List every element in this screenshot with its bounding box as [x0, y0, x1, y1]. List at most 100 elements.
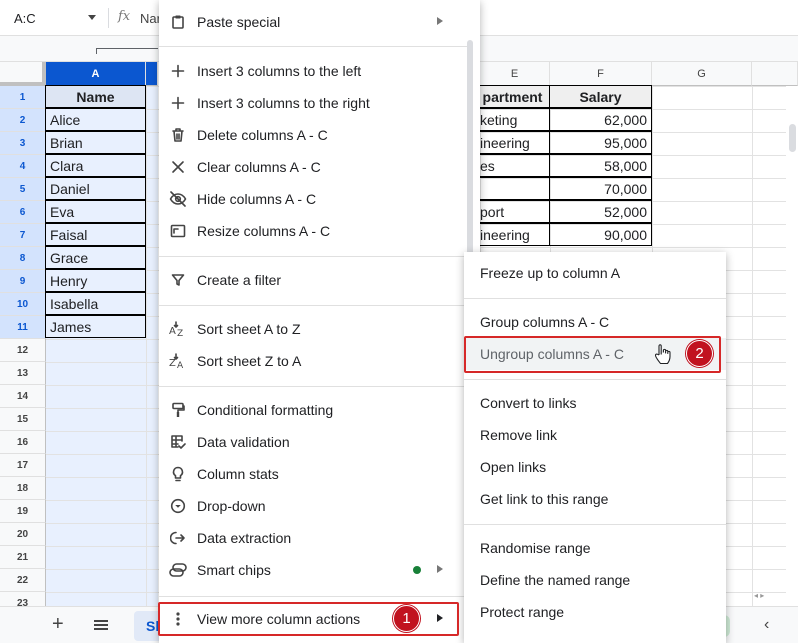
all-sheets-menu-icon[interactable]	[94, 620, 108, 630]
row-header-6[interactable]: 6	[0, 201, 46, 224]
name-cell[interactable]: Henry	[45, 269, 146, 292]
vertical-scrollbar-thumb[interactable]	[789, 124, 796, 152]
add-sheet-button[interactable]: +	[52, 613, 64, 636]
row-header-22[interactable]: 22	[0, 569, 46, 592]
menu-item-label: Insert 3 columns to the right	[197, 95, 370, 111]
column-header-e[interactable]: E	[480, 62, 550, 86]
sheet-tab[interactable]: Sl	[134, 611, 160, 641]
row-header-3[interactable]: 3	[0, 132, 46, 155]
row-header-21[interactable]: 21	[0, 546, 46, 569]
chevron-left-icon[interactable]: ‹	[764, 616, 769, 634]
column-header-g[interactable]: G	[652, 62, 752, 86]
menu-item-label: Sort sheet A to Z	[197, 321, 301, 337]
row-header-17[interactable]: 17	[0, 454, 46, 477]
row-header-23[interactable]: 23	[0, 592, 46, 606]
column-header-a[interactable]: A	[46, 62, 146, 86]
name-cell[interactable]: Grace	[45, 246, 146, 269]
column-header-b[interactable]	[146, 62, 158, 86]
menu-item-drop-down[interactable]: Drop-down	[159, 490, 459, 522]
salary-cell[interactable]: 90,000	[549, 223, 652, 246]
menu-item-delete-columns-a-c[interactable]: Delete columns A - C	[159, 119, 459, 151]
department-header-cell[interactable]: partment	[475, 85, 550, 108]
department-cell[interactable]: es	[475, 154, 550, 177]
row-header-20[interactable]: 20	[0, 523, 46, 546]
department-cell[interactable]: ineering	[475, 131, 550, 154]
submenu-item-convert-to-links[interactable]: Convert to links	[464, 387, 726, 419]
submenu-item-get-link-to-this-range[interactable]: Get link to this range	[464, 483, 726, 515]
row-header-7[interactable]: 7	[0, 224, 46, 247]
menu-item-column-stats[interactable]: Column stats	[159, 458, 459, 490]
menu-item-sort-sheet-a-to-z[interactable]: A Z Sort sheet A to Z	[159, 313, 459, 345]
menu-item-smart-chips[interactable]: Smart chips	[159, 554, 459, 586]
salary-cell[interactable]: 95,000	[549, 131, 652, 154]
row-header-8[interactable]: 8	[0, 247, 46, 270]
chevron-down-icon[interactable]	[88, 15, 96, 20]
salary-cell[interactable]: 52,000	[549, 200, 652, 223]
salary-cell[interactable]: 62,000	[549, 108, 652, 131]
vertical-scrollbar[interactable]	[786, 86, 798, 606]
name-cell[interactable]: Isabella	[45, 292, 146, 315]
row-header-16[interactable]: 16	[0, 431, 46, 454]
select-all-corner[interactable]	[0, 62, 46, 86]
submenu-item-protect-range[interactable]: Protect range	[464, 596, 726, 628]
row-header-11[interactable]: 11	[0, 316, 46, 339]
menu-item-sort-sheet-z-to-a[interactable]: Z A Sort sheet Z to A	[159, 345, 459, 377]
row-header-1[interactable]: 1	[0, 86, 46, 109]
department-cell[interactable]: ineering	[475, 223, 550, 246]
department-cell[interactable]	[475, 177, 550, 200]
submenu-item-group-columns-a-c[interactable]: Group columns A - C	[464, 306, 726, 338]
row-header-18[interactable]: 18	[0, 477, 46, 500]
menu-item-resize-columns-a-c[interactable]: Resize columns A - C	[159, 215, 459, 247]
name-header-cell[interactable]: Name	[45, 85, 146, 108]
submenu-item-freeze-up-to-column-a[interactable]: Freeze up to column A	[464, 257, 726, 289]
column-header-h[interactable]	[752, 62, 798, 86]
name-cell[interactable]: Brian	[45, 131, 146, 154]
submenu-item-define-the-named-range[interactable]: Define the named range	[464, 564, 726, 596]
name-cell[interactable]: Clara	[45, 154, 146, 177]
row-header-15[interactable]: 15	[0, 408, 46, 431]
row-header-5[interactable]: 5	[0, 178, 46, 201]
row-header-2[interactable]: 2	[0, 109, 46, 132]
column-header-f[interactable]: F	[550, 62, 652, 86]
menu-item-paste-special[interactable]: Paste special	[159, 6, 459, 38]
name-cell[interactable]: Faisal	[45, 223, 146, 246]
menu-item-label: Resize columns A - C	[197, 223, 331, 239]
name-cell[interactable]: Alice	[45, 108, 146, 131]
menu-divider	[159, 386, 467, 387]
name-cell[interactable]: Daniel	[45, 177, 146, 200]
submenu-item-remove-link[interactable]: Remove link	[464, 419, 726, 451]
menu-item-insert-3-columns-to-the-left[interactable]: Insert 3 columns to the left	[159, 55, 459, 87]
submenu-item-open-links[interactable]: Open links	[464, 451, 726, 483]
row-header-4[interactable]: 4	[0, 155, 46, 178]
department-cell[interactable]: port	[475, 200, 550, 223]
row-header-10[interactable]: 10	[0, 293, 46, 316]
salary-cell[interactable]: 70,000	[549, 177, 652, 200]
horizontal-scroll-arrows-icon[interactable]: ◂ ▸	[754, 591, 764, 600]
submenu-item-randomise-range[interactable]: Randomise range	[464, 532, 726, 564]
chevron-right-icon	[437, 565, 443, 573]
menu-item-hide-columns-a-c[interactable]: Hide columns A - C	[159, 183, 459, 215]
annotation-badge-2: 2	[686, 340, 713, 367]
salary-cell[interactable]: 58,000	[549, 154, 652, 177]
menu-item-label: Create a filter	[197, 272, 282, 288]
formula-input[interactable]: Nar	[140, 11, 161, 26]
menu-item-data-validation[interactable]: Data validation	[159, 426, 459, 458]
row-header-19[interactable]: 19	[0, 500, 46, 523]
salary-header-cell[interactable]: Salary	[549, 85, 652, 108]
row-header-9[interactable]: 9	[0, 270, 46, 293]
menu-divider	[159, 305, 467, 306]
department-cell[interactable]: keting	[475, 108, 550, 131]
menu-item-conditional-formatting[interactable]: Conditional formatting	[159, 394, 459, 426]
row-header-13[interactable]: 13	[0, 362, 46, 385]
menu-item-clear-columns-a-c[interactable]: Clear columns A - C	[159, 151, 459, 183]
menu-item-label: Paste special	[197, 14, 281, 30]
menu-item-insert-3-columns-to-the-right[interactable]: Insert 3 columns to the right	[159, 87, 459, 119]
menu-item-create-a-filter[interactable]: Create a filter	[159, 264, 459, 296]
menu-item-data-extraction[interactable]: Data extraction	[159, 522, 459, 554]
row-header-12[interactable]: 12	[0, 339, 46, 362]
row-header-14[interactable]: 14	[0, 385, 46, 408]
name-cell[interactable]: Eva	[45, 200, 146, 223]
name-cell[interactable]: James	[45, 315, 146, 338]
name-box[interactable]: A:C	[6, 6, 102, 30]
column-group-bracket[interactable]	[96, 48, 158, 54]
